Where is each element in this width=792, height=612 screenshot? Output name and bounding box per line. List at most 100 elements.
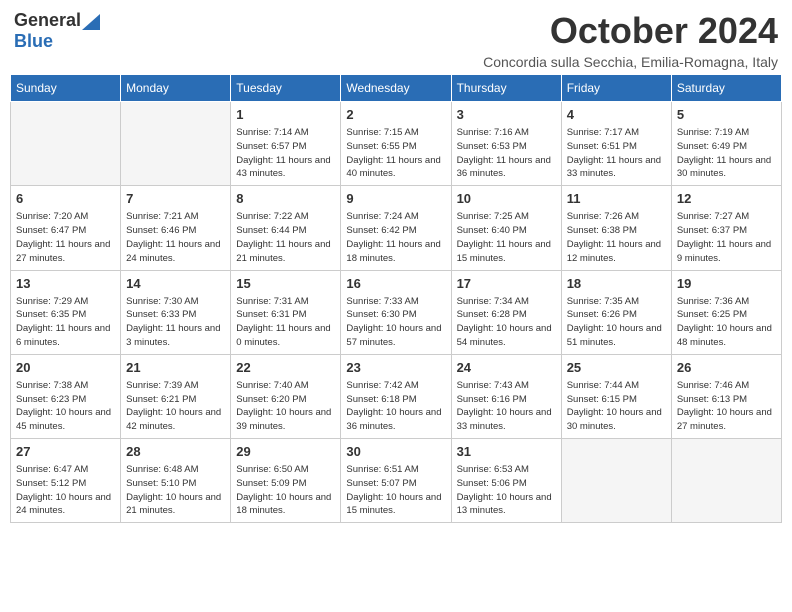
calendar-day-cell: 27 Sunrise: 6:47 AMSunset: 5:12 PMDayligh… <box>11 439 121 523</box>
day-info: Sunrise: 7:17 AMSunset: 6:51 PMDaylight:… <box>567 126 666 181</box>
day-info: Sunrise: 7:34 AMSunset: 6:28 PMDaylight:… <box>457 295 556 350</box>
calendar-day-cell: 4 Sunrise: 7:17 AMSunset: 6:51 PMDaylight… <box>561 102 671 186</box>
calendar-day-cell: 30Sunrise: 6:51 AMSunset: 5:07 PMDayligh… <box>341 439 451 523</box>
calendar-day-cell: 20Sunrise: 7:38 AMSunset: 6:23 PMDayligh… <box>11 354 121 438</box>
day-info: Sunrise: 6:47 AMSunset: 5:12 PMDaylight:… <box>16 463 115 518</box>
day-number: 5 <box>677 106 776 124</box>
calendar-day-cell <box>11 102 121 186</box>
calendar-week-row: 20Sunrise: 7:38 AMSunset: 6:23 PMDayligh… <box>11 354 782 438</box>
day-info: Sunrise: 7:30 AMSunset: 6:33 PMDaylight:… <box>126 295 225 350</box>
calendar-day-cell: 3 Sunrise: 7:16 AMSunset: 6:53 PMDaylight… <box>451 102 561 186</box>
day-info: Sunrise: 7:25 AMSunset: 6:40 PMDaylight:… <box>457 210 556 265</box>
calendar-day-cell: 31 Sunrise: 6:53 AMSunset: 5:06 PMDayligh… <box>451 439 561 523</box>
month-title: October 2024 <box>483 10 778 52</box>
location-subtitle: Concordia sulla Secchia, Emilia-Romagna,… <box>483 54 778 70</box>
day-number: 2 <box>346 106 445 124</box>
day-number: 27 <box>16 443 115 461</box>
day-number: 19 <box>677 275 776 293</box>
day-info: Sunrise: 7:29 AMSunset: 6:35 PMDaylight:… <box>16 295 115 350</box>
day-info: Sunrise: 7:19 AMSunset: 6:49 PMDaylight:… <box>677 126 776 181</box>
calendar-day-cell: 5 Sunrise: 7:19 AMSunset: 6:49 PMDaylight… <box>671 102 781 186</box>
day-info: Sunrise: 7:39 AMSunset: 6:21 PMDaylight:… <box>126 379 225 434</box>
day-info: Sunrise: 7:15 AMSunset: 6:55 PMDaylight:… <box>346 126 445 181</box>
calendar-table: SundayMondayTuesdayWednesdayThursdayFrid… <box>10 74 782 523</box>
day-info: Sunrise: 7:38 AMSunset: 6:23 PMDaylight:… <box>16 379 115 434</box>
calendar-day-cell <box>121 102 231 186</box>
calendar-day-cell: 19 Sunrise: 7:36 AMSunset: 6:25 PMDayligh… <box>671 270 781 354</box>
day-info: Sunrise: 7:22 AMSunset: 6:44 PMDaylight:… <box>236 210 335 265</box>
calendar-day-cell: 29 Sunrise: 6:50 AMSunset: 5:09 PMDayligh… <box>231 439 341 523</box>
calendar-day-cell: 23Sunrise: 7:42 AMSunset: 6:18 PMDayligh… <box>341 354 451 438</box>
day-info: Sunrise: 7:43 AMSunset: 6:16 PMDaylight:… <box>457 379 556 434</box>
logo: General Blue <box>14 10 100 52</box>
calendar-day-cell: 21 Sunrise: 7:39 AMSunset: 6:21 PMDayligh… <box>121 354 231 438</box>
day-number: 3 <box>457 106 556 124</box>
day-number: 8 <box>236 190 335 208</box>
calendar-day-cell <box>561 439 671 523</box>
calendar-day-cell: 10 Sunrise: 7:25 AMSunset: 6:40 PMDayligh… <box>451 186 561 270</box>
day-number: 31 <box>457 443 556 461</box>
day-number: 4 <box>567 106 666 124</box>
day-info: Sunrise: 7:31 AMSunset: 6:31 PMDaylight:… <box>236 295 335 350</box>
day-info: Sunrise: 7:33 AMSunset: 6:30 PMDaylight:… <box>346 295 445 350</box>
calendar-week-row: 1 Sunrise: 7:14 AMSunset: 6:57 PMDaylight… <box>11 102 782 186</box>
day-number: 26 <box>677 359 776 377</box>
calendar-day-cell: 13Sunrise: 7:29 AMSunset: 6:35 PMDayligh… <box>11 270 121 354</box>
day-info: Sunrise: 7:21 AMSunset: 6:46 PMDaylight:… <box>126 210 225 265</box>
day-number: 24 <box>457 359 556 377</box>
day-number: 22 <box>236 359 335 377</box>
calendar-day-cell: 17 Sunrise: 7:34 AMSunset: 6:28 PMDayligh… <box>451 270 561 354</box>
day-number: 18 <box>567 275 666 293</box>
calendar-day-cell: 16 Sunrise: 7:33 AMSunset: 6:30 PMDayligh… <box>341 270 451 354</box>
calendar-day-cell: 24 Sunrise: 7:43 AMSunset: 6:16 PMDayligh… <box>451 354 561 438</box>
day-number: 17 <box>457 275 556 293</box>
calendar-week-row: 13Sunrise: 7:29 AMSunset: 6:35 PMDayligh… <box>11 270 782 354</box>
weekday-header-cell: Sunday <box>11 75 121 102</box>
day-number: 10 <box>457 190 556 208</box>
weekday-header-cell: Friday <box>561 75 671 102</box>
day-info: Sunrise: 6:50 AMSunset: 5:09 PMDaylight:… <box>236 463 335 518</box>
calendar-day-cell: 25Sunrise: 7:44 AMSunset: 6:15 PMDayligh… <box>561 354 671 438</box>
calendar-day-cell: 8 Sunrise: 7:22 AMSunset: 6:44 PMDaylight… <box>231 186 341 270</box>
day-info: Sunrise: 7:42 AMSunset: 6:18 PMDaylight:… <box>346 379 445 434</box>
weekday-header-cell: Saturday <box>671 75 781 102</box>
day-info: Sunrise: 7:36 AMSunset: 6:25 PMDaylight:… <box>677 295 776 350</box>
day-info: Sunrise: 7:27 AMSunset: 6:37 PMDaylight:… <box>677 210 776 265</box>
logo-general-text: General <box>14 10 81 31</box>
day-number: 12 <box>677 190 776 208</box>
day-number: 16 <box>346 275 445 293</box>
day-number: 28 <box>126 443 225 461</box>
day-number: 21 <box>126 359 225 377</box>
calendar-day-cell: 22 Sunrise: 7:40 AMSunset: 6:20 PMDayligh… <box>231 354 341 438</box>
day-info: Sunrise: 7:40 AMSunset: 6:20 PMDaylight:… <box>236 379 335 434</box>
page-header: General Blue October 2024 Concordia sull… <box>10 10 782 70</box>
day-info: Sunrise: 6:48 AMSunset: 5:10 PMDaylight:… <box>126 463 225 518</box>
day-info: Sunrise: 7:24 AMSunset: 6:42 PMDaylight:… <box>346 210 445 265</box>
day-number: 15 <box>236 275 335 293</box>
day-info: Sunrise: 7:26 AMSunset: 6:38 PMDaylight:… <box>567 210 666 265</box>
calendar-day-cell <box>671 439 781 523</box>
day-number: 7 <box>126 190 225 208</box>
calendar-day-cell: 7 Sunrise: 7:21 AMSunset: 6:46 PMDaylight… <box>121 186 231 270</box>
day-info: Sunrise: 7:16 AMSunset: 6:53 PMDaylight:… <box>457 126 556 181</box>
weekday-header-cell: Monday <box>121 75 231 102</box>
weekday-header-cell: Wednesday <box>341 75 451 102</box>
calendar-week-row: 27 Sunrise: 6:47 AMSunset: 5:12 PMDayligh… <box>11 439 782 523</box>
calendar-day-cell: 11 Sunrise: 7:26 AMSunset: 6:38 PMDayligh… <box>561 186 671 270</box>
day-info: Sunrise: 6:51 AMSunset: 5:07 PMDaylight:… <box>346 463 445 518</box>
calendar-day-cell: 9 Sunrise: 7:24 AMSunset: 6:42 PMDaylight… <box>341 186 451 270</box>
weekday-header-cell: Tuesday <box>231 75 341 102</box>
day-number: 11 <box>567 190 666 208</box>
calendar-day-cell: 18Sunrise: 7:35 AMSunset: 6:26 PMDayligh… <box>561 270 671 354</box>
calendar-body: 1 Sunrise: 7:14 AMSunset: 6:57 PMDaylight… <box>11 102 782 523</box>
day-info: Sunrise: 7:44 AMSunset: 6:15 PMDaylight:… <box>567 379 666 434</box>
logo-blue-text: Blue <box>14 31 53 51</box>
calendar-day-cell: 6Sunrise: 7:20 AMSunset: 6:47 PMDaylight… <box>11 186 121 270</box>
day-number: 29 <box>236 443 335 461</box>
day-number: 1 <box>236 106 335 124</box>
weekday-header-row: SundayMondayTuesdayWednesdayThursdayFrid… <box>11 75 782 102</box>
day-info: Sunrise: 6:53 AMSunset: 5:06 PMDaylight:… <box>457 463 556 518</box>
day-number: 9 <box>346 190 445 208</box>
day-number: 14 <box>126 275 225 293</box>
day-info: Sunrise: 7:14 AMSunset: 6:57 PMDaylight:… <box>236 126 335 181</box>
